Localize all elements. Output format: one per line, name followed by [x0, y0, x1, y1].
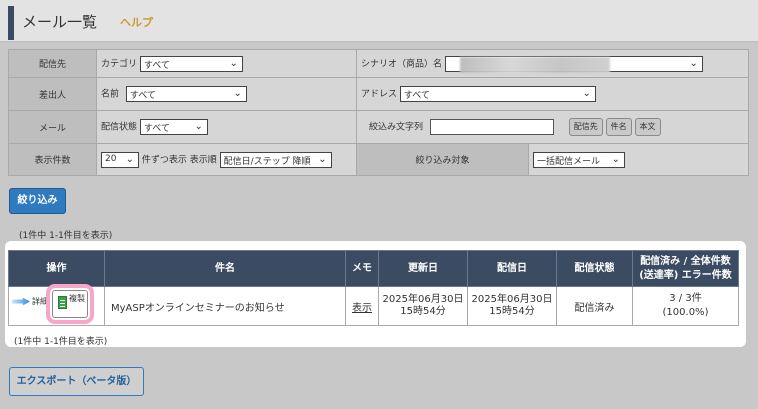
scenario-redacted — [459, 56, 610, 73]
order-value: 配信日/ステップ 降順 — [223, 156, 311, 167]
delivery-rate: (100.0%) — [662, 307, 709, 318]
delivery-to-label: 配信先 — [8, 49, 97, 78]
per-label: 件ずつ表示 — [141, 155, 187, 165]
detail-label: 詳細 — [32, 297, 48, 306]
display-count-label: 表示件数 — [8, 143, 97, 176]
chevron-down-icon: ⌄ — [125, 153, 134, 165]
col-header-updated: 更新日 — [378, 250, 468, 287]
search-dest-button[interactable]: 配信先 — [568, 118, 603, 136]
display-count-value: 20 — [105, 153, 117, 164]
search-subject-button[interactable]: 件名 — [605, 118, 632, 136]
mail-list-table: 操作 件名 メモ 更新日 配信日 配信状態 配信済み / 全体件数 (送達率) エ… — [8, 250, 739, 326]
status-label: 配信状態 — [101, 122, 138, 133]
page-title: メール一覧 — [22, 13, 98, 31]
updated-date: 2025年06月30日 — [382, 294, 464, 305]
col-header-ops: 操作 — [8, 250, 105, 287]
target-value: 一括配信メール — [537, 156, 601, 167]
status-value: すべて — [143, 124, 170, 134]
export-button[interactable]: エクスポート（ベータ版） — [9, 367, 144, 396]
header-accent-bar — [8, 6, 14, 40]
mail-subject: MyASPオンラインセミナーのお知らせ — [104, 286, 346, 326]
col-header-counts-line1: 配信済み / 全体件数 — [640, 255, 731, 267]
delivery-status: 配信済み — [556, 286, 633, 326]
copy-button[interactable]: 複製 — [46, 284, 94, 324]
result-count-top: (1件中 1-1件目を表示) — [19, 231, 113, 241]
target-select[interactable]: 一括配信メール ⌄ — [533, 151, 625, 168]
status-select[interactable]: すべて ⌄ — [139, 119, 208, 135]
search-input[interactable] — [429, 119, 554, 135]
order-label: 表示順 — [189, 155, 217, 165]
memo-link[interactable]: 表示 — [352, 303, 372, 314]
arrow-right-icon — [12, 297, 30, 306]
col-header-subject: 件名 — [104, 250, 346, 287]
chevron-down-icon: ⌄ — [582, 88, 591, 99]
col-header-sent: 配信日 — [467, 250, 557, 287]
chevron-down-icon: ⌄ — [194, 121, 203, 132]
chevron-down-icon: ⌄ — [318, 153, 327, 165]
col-header-counts: 配信済み / 全体件数 (送達率) エラー件数 — [632, 250, 739, 287]
chevron-down-icon: ⌄ — [229, 57, 238, 69]
col-header-status: 配信状態 — [556, 250, 633, 287]
name-select[interactable]: すべて ⌄ — [125, 86, 247, 102]
result-count-bottom: (1件中 1-1件目を表示) — [14, 337, 108, 347]
mail-label: メール — [8, 110, 97, 144]
target-label: 絞り込み対象 — [356, 143, 529, 176]
address-select[interactable]: すべて ⌄ — [399, 86, 596, 102]
page-header: メール一覧 ヘルプ — [0, 0, 758, 42]
filter-table: 配信先 カテゴリ すべて ⌄ シナリオ（商品）名 ⌄ 差出人 名前 すべて ⌄ アド… — [8, 49, 750, 176]
address-value: すべて — [403, 91, 430, 101]
category-select[interactable]: すべて ⌄ — [139, 55, 243, 72]
detail-button[interactable]: 詳細 — [12, 296, 48, 307]
chevron-down-icon: ⌄ — [233, 88, 242, 99]
chevron-down-icon: ⌄ — [611, 153, 620, 165]
help-link[interactable]: ヘルプ — [120, 14, 153, 30]
scenario-label: シナリオ（商品）名 — [361, 59, 443, 69]
copy-label: 複製 — [69, 294, 85, 303]
scenario-select[interactable]: ⌄ — [444, 55, 703, 73]
col-header-memo: メモ — [345, 250, 379, 287]
narrow-button[interactable]: 絞り込み — [9, 188, 66, 214]
address-label: アドレス — [361, 89, 398, 100]
name-value: すべて — [129, 91, 156, 101]
col-header-counts-line2: (送達率) エラー件数 — [639, 269, 732, 281]
category-label: カテゴリ — [101, 59, 138, 69]
table-row: 詳細 複製 MyASPオンラインセミナーのお知らせ 表示 2025年06月30日… — [8, 284, 739, 326]
sender-label: 差出人 — [8, 77, 97, 111]
delivery-count: 3 / 3件 — [669, 293, 702, 304]
search-label: 絞込み文字列 — [369, 122, 424, 133]
chevron-down-icon: ⌄ — [689, 57, 698, 69]
document-icon — [58, 296, 67, 309]
display-count-select[interactable]: 20 ⌄ — [101, 151, 139, 168]
updated-time: 15時54分 — [400, 306, 446, 317]
name-label: 名前 — [101, 89, 120, 100]
order-select[interactable]: 配信日/ステップ 降順 ⌄ — [219, 151, 332, 168]
sent-date: 2025年06月30日 — [471, 294, 553, 305]
sent-time: 15時54分 — [489, 306, 535, 317]
search-body-button[interactable]: 本文 — [634, 118, 661, 136]
category-value: すべて — [143, 60, 170, 71]
